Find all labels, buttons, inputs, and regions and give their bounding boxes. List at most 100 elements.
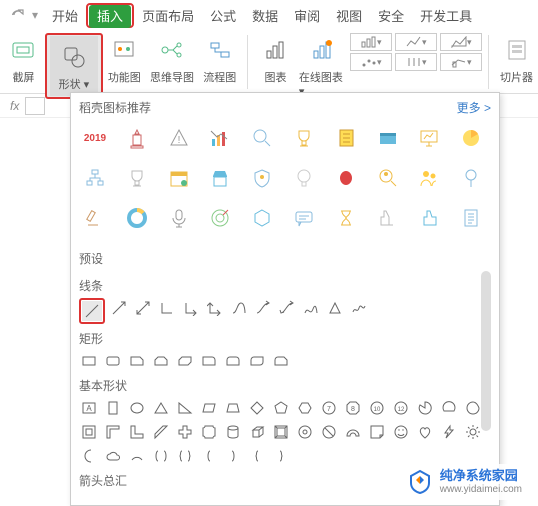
line-shape[interactable] [82, 301, 102, 321]
store-icon[interactable] [204, 162, 236, 194]
pie-icon[interactable] [455, 122, 487, 154]
freeform-shape[interactable] [301, 298, 321, 318]
ribbon-shape[interactable]: 形状 ▾ [50, 36, 98, 96]
tab-page-layout[interactable]: 页面布局 [134, 2, 202, 29]
org-chart-icon[interactable] [79, 162, 111, 194]
elbow-arrow-shape[interactable] [181, 298, 201, 318]
closed-curve-shape[interactable] [325, 298, 345, 318]
ribbon-mindmap[interactable]: 思维导图 [148, 33, 197, 85]
heptagon-shape[interactable]: 7 [319, 398, 339, 418]
plaque-shape[interactable] [199, 422, 219, 442]
elbow-double-shape[interactable] [205, 298, 225, 318]
left-bracket-shape[interactable] [199, 446, 219, 466]
folded-corner-shape[interactable] [367, 422, 387, 442]
presentation-icon[interactable] [413, 122, 445, 154]
triangle-shape[interactable] [151, 398, 171, 418]
formula-input[interactable] [25, 97, 45, 115]
chord-shape[interactable] [439, 398, 459, 418]
right-brace-shape[interactable] [271, 446, 291, 466]
teardrop-shape[interactable] [463, 398, 483, 418]
thumbs-down-icon[interactable] [372, 202, 404, 234]
arc-shape[interactable] [127, 446, 147, 466]
noentry-shape[interactable] [319, 422, 339, 442]
tab-review[interactable]: 审阅 [286, 2, 328, 29]
trophy-icon[interactable] [288, 122, 320, 154]
cloud-shape[interactable] [103, 446, 123, 466]
snip-round-shape[interactable] [271, 351, 291, 371]
right-bracket-shape[interactable] [223, 446, 243, 466]
curve-arrow-shape[interactable] [253, 298, 273, 318]
monument-icon[interactable] [121, 122, 153, 154]
trapezoid-shape[interactable] [223, 398, 243, 418]
ribbon-screenshot[interactable]: 截屏 [4, 33, 43, 85]
frame-shape[interactable] [79, 422, 99, 442]
round1-rect-shape[interactable] [199, 351, 219, 371]
tab-data[interactable]: 数据 [244, 2, 286, 29]
bar-chart-icon[interactable] [204, 122, 236, 154]
magnifier-icon[interactable] [246, 122, 278, 154]
notebook-icon[interactable] [330, 122, 362, 154]
mini-combo-icon[interactable]: ▾ [440, 53, 482, 71]
double-arrow-shape[interactable] [133, 298, 153, 318]
search-person-icon[interactable] [372, 162, 404, 194]
block-arc-shape[interactable] [343, 422, 363, 442]
round-rect-shape[interactable] [103, 351, 123, 371]
tab-dev[interactable]: 开发工具 [412, 2, 480, 29]
curve-double-shape[interactable] [277, 298, 297, 318]
scrollbar[interactable] [481, 271, 491, 431]
right-triangle-shape[interactable] [175, 398, 195, 418]
ribbon-slicer[interactable]: 切片器 [497, 33, 536, 85]
donut-shape[interactable] [295, 422, 315, 442]
shield-icon[interactable] [246, 162, 278, 194]
octagon-shape[interactable]: 8 [343, 398, 363, 418]
curve-shape[interactable] [229, 298, 249, 318]
sun-shape[interactable] [463, 422, 483, 442]
rect-shape[interactable] [79, 351, 99, 371]
snip1-rect-shape[interactable] [127, 351, 147, 371]
thumbs-up-icon[interactable] [413, 202, 445, 234]
scribble-shape[interactable] [349, 298, 369, 318]
hexagon-shape[interactable] [295, 398, 315, 418]
round-diag-shape[interactable] [247, 351, 267, 371]
ribbon-func-chart[interactable]: 功能图 [105, 33, 144, 85]
pentagon-shape[interactable] [271, 398, 291, 418]
pie-shape[interactable] [415, 398, 435, 418]
mini-area-icon[interactable]: ▾ [440, 33, 482, 51]
bevel-shape[interactable] [271, 422, 291, 442]
card-icon[interactable] [372, 122, 404, 154]
hexagon-icon[interactable] [246, 202, 278, 234]
people-icon[interactable] [413, 162, 445, 194]
smiley-shape[interactable] [391, 422, 411, 442]
tab-insert[interactable]: 插入 [89, 5, 131, 28]
more-link[interactable]: 更多 > [457, 99, 491, 116]
bracket-pair-shape[interactable] [151, 446, 171, 466]
dropdown-caret-icon[interactable]: ▾ [32, 8, 38, 22]
comment-icon[interactable] [288, 202, 320, 234]
tab-start[interactable]: 开始 [44, 2, 86, 29]
red-blob-icon[interactable] [330, 162, 362, 194]
arrow-line-shape[interactable] [109, 298, 129, 318]
cross-shape[interactable] [175, 422, 195, 442]
left-brace-shape[interactable] [247, 446, 267, 466]
diamond-shape[interactable] [247, 398, 267, 418]
pin-icon[interactable] [455, 162, 487, 194]
calendar-icon[interactable] [163, 162, 195, 194]
ribbon-online-chart[interactable]: 在线图表 ▾ [299, 33, 344, 98]
moon-shape[interactable] [79, 446, 99, 466]
brace-pair-shape[interactable] [175, 446, 195, 466]
mic-icon[interactable] [163, 202, 195, 234]
tab-view[interactable]: 视图 [328, 2, 370, 29]
elbow-shape[interactable] [157, 298, 177, 318]
year-2019-icon[interactable]: 2019 [79, 122, 111, 154]
target-icon[interactable] [204, 202, 236, 234]
lightning-shape[interactable] [439, 422, 459, 442]
ribbon-chart[interactable]: 图表 [256, 33, 295, 85]
dodecagon-shape[interactable]: 12 [391, 398, 411, 418]
snip-diag-shape[interactable] [175, 351, 195, 371]
textbox-shape[interactable]: A [79, 398, 99, 418]
l-shape[interactable] [127, 422, 147, 442]
oval-shape[interactable] [127, 398, 147, 418]
half-frame-shape[interactable] [103, 422, 123, 442]
ribbon-flowchart[interactable]: 流程图 [200, 33, 239, 85]
gavel-icon[interactable] [79, 202, 111, 234]
